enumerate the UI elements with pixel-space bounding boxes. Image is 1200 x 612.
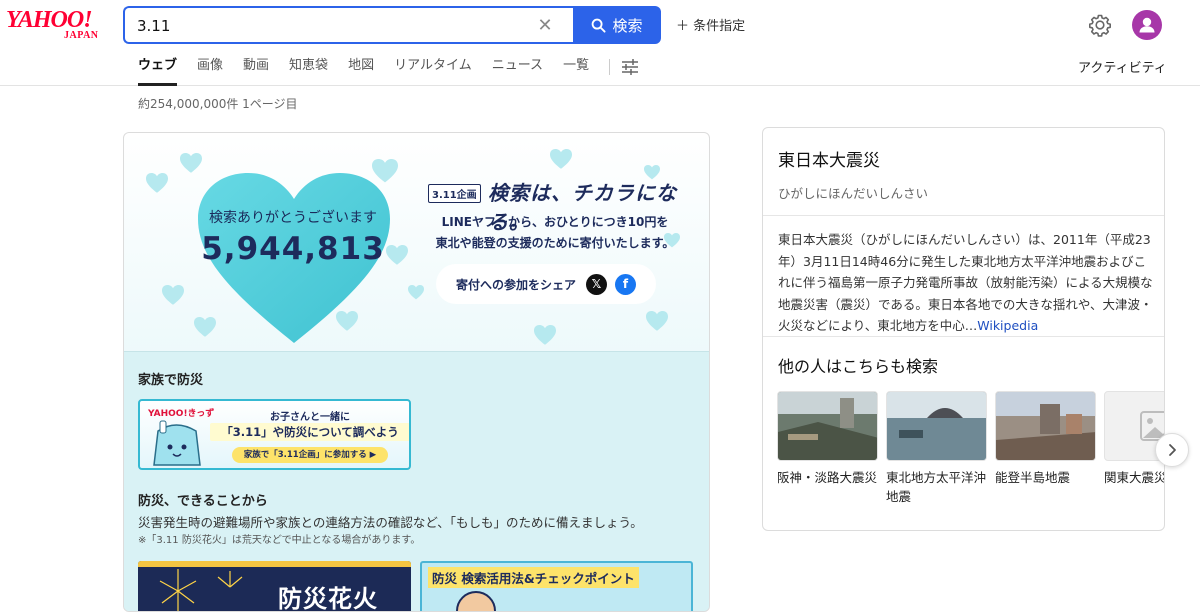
x-share-icon[interactable]: 𝕏 xyxy=(586,273,608,295)
kp-reading: ひがしにほんだいしんさい xyxy=(778,186,929,201)
prep-section-title: 防災、できることから xyxy=(138,494,268,509)
related-item-noto[interactable]: 能登半島地震 xyxy=(995,391,1096,487)
related-item-tohoku[interactable]: 東北地方太平洋沖地震 xyxy=(886,391,987,506)
campaign-card: 検索ありがとうございます 5,944,813 3.11企画 検索は、チカラになる… xyxy=(123,132,710,612)
search-box: ✕ xyxy=(123,6,575,44)
activity-link[interactable]: アクティビティ xyxy=(1078,57,1167,76)
kp-title: 東日本大震災 xyxy=(778,151,880,171)
related-thumbnail xyxy=(995,391,1096,461)
fireworks-label: 防災花火 xyxy=(278,585,378,612)
share-pill: 寄付への参加をシェア 𝕏 f xyxy=(436,264,656,304)
campaign-badge: 3.11企画 xyxy=(428,184,481,203)
avatar[interactable] xyxy=(1132,10,1162,40)
search-icon xyxy=(592,18,607,33)
tab-videos[interactable]: 動画 xyxy=(233,56,279,86)
prep-section-desc: 災害発生時の避難場所や家族との連絡方法の確認など、「もしも」のために備えましょう… xyxy=(138,515,643,530)
search-tips-banner[interactable]: 防災 検索活用法&チェックポイント xyxy=(420,561,693,611)
share-label: 寄付への参加をシェア xyxy=(456,277,577,292)
tab-web[interactable]: ウェブ xyxy=(128,56,187,86)
logo-subtext: JAPAN xyxy=(64,30,99,41)
clear-icon[interactable]: ✕ xyxy=(535,16,555,36)
search-input[interactable] xyxy=(137,15,517,37)
chevron-right-icon xyxy=(1169,444,1176,456)
family-section-title: 家族で防災 xyxy=(138,373,204,388)
search-tips-label: 防災 検索活用法&チェックポイント xyxy=(428,567,639,588)
divider xyxy=(763,215,1164,216)
fireworks-banner[interactable]: 防災花火 xyxy=(138,561,411,612)
search-button[interactable]: 検索 xyxy=(573,6,661,44)
related-item-hanshin[interactable]: 阪神・淡路大震災 xyxy=(777,391,878,487)
gear-icon[interactable] xyxy=(1088,13,1112,37)
search-tabs: ウェブ 画像 動画 知恵袋 地図 リアルタイム ニュース 一覧 xyxy=(128,56,640,86)
kids-banner-line2: 「3.11」や防災について調べよう xyxy=(210,423,409,441)
kp-description: 東日本大震災（ひがしにほんだいしんさい）は、2011年（平成23年）3月11日1… xyxy=(778,229,1156,337)
facebook-share-icon[interactable]: f xyxy=(615,273,637,295)
campaign-desc-line2: 東北や能登の支援のために寄付いたします。 xyxy=(435,236,675,250)
conditions-button[interactable]: ＋ 条件指定 xyxy=(676,15,745,34)
kids-join-button[interactable]: 家族で「3.11企画」に参加する ▶ xyxy=(232,447,388,463)
related-label: 東北地方太平洋沖地震 xyxy=(886,470,987,504)
tab-divider xyxy=(609,59,611,75)
user-icon xyxy=(1139,17,1155,33)
related-label: 阪神・淡路大震災 xyxy=(777,470,878,485)
wikipedia-link[interactable]: Wikipedia xyxy=(977,318,1038,333)
tab-list[interactable]: 一覧 xyxy=(553,56,599,86)
yahoo-japan-logo[interactable]: YAHOO! JAPAN xyxy=(6,7,110,41)
tab-realtime[interactable]: リアルタイム xyxy=(384,56,482,86)
search-count: 5,944,813 xyxy=(201,231,385,267)
knowledge-panel: 東日本大震災 ひがしにほんだいしんさい 東日本大震災（ひがしにほんだいしんさい）… xyxy=(762,127,1165,531)
related-searches-title: 他の人はこちらも検索 xyxy=(778,357,939,376)
related-thumbnail xyxy=(886,391,987,461)
related-label: 能登半島地震 xyxy=(995,470,1071,485)
person-illustration xyxy=(456,591,496,611)
tab-map[interactable]: 地図 xyxy=(338,56,384,86)
conditions-label: 条件指定 xyxy=(693,19,746,34)
carousel-next-button[interactable] xyxy=(1155,433,1189,467)
search-button-label: 検索 xyxy=(612,16,643,35)
kids-banner-line1: お子さんと一緒に xyxy=(270,412,350,423)
mascot-icon xyxy=(153,420,201,466)
related-thumbnail xyxy=(777,391,878,461)
tab-chiebukuro[interactable]: 知恵袋 xyxy=(279,56,338,86)
prep-section-note: ※「3.11 防災花火」は荒天などで中止となる場合があります。 xyxy=(138,535,421,546)
plus-icon: ＋ xyxy=(676,19,690,34)
campaign-desc-line1: LINEヤフーから、おひとりにつき10円を xyxy=(441,215,669,229)
logo-wordmark: YAHOO! xyxy=(6,7,93,33)
kp-description-text: 東日本大震災（ひがしにほんだいしんさい）は、2011年（平成23年）3月11日1… xyxy=(778,232,1153,333)
related-item-kanto[interactable]: 関東大震災 xyxy=(1104,391,1165,487)
divider xyxy=(763,336,1164,337)
tab-news[interactable]: ニュース xyxy=(482,56,553,86)
filter-settings-icon[interactable] xyxy=(620,57,640,77)
kids-banner[interactable]: YAHOO!きっず お子さんと一緒に 「3.11」や防災について調べよう 家族で… xyxy=(138,399,411,470)
related-label: 関東大震災 xyxy=(1104,470,1165,485)
thanks-text: 検索ありがとうございます xyxy=(209,210,377,226)
result-count: 約254,000,000件 1ページ目 xyxy=(138,97,298,111)
tab-images[interactable]: 画像 xyxy=(187,56,233,86)
header: YAHOO! JAPAN ✕ 検索 ＋ 条件指定 ウェブ 画像 動画 知恵袋 地… xyxy=(0,0,1200,86)
